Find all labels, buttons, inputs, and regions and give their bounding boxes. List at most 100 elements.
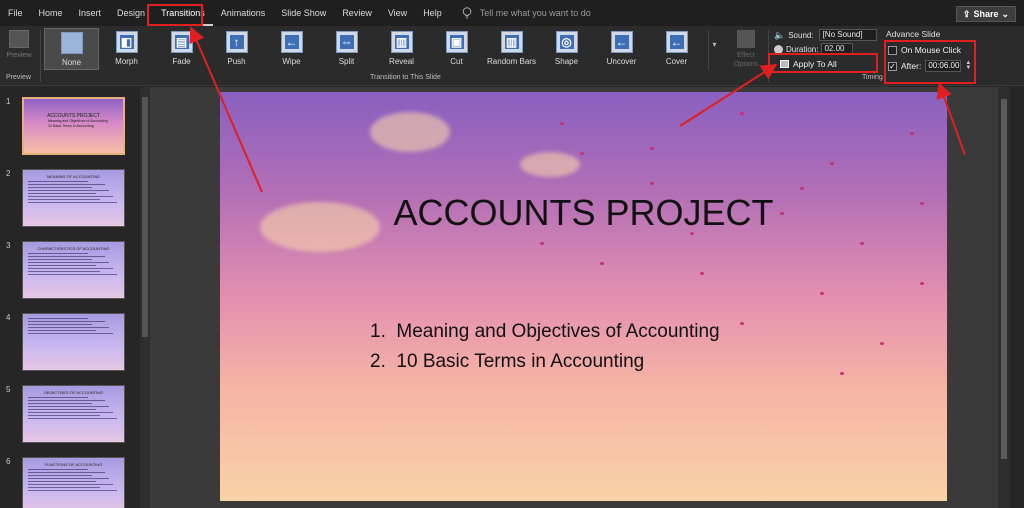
scrollbar-thumb[interactable] (1001, 99, 1007, 459)
thumbnail-text-line (28, 184, 105, 185)
transition-morph-icon: ◧ (115, 31, 138, 53)
effect-options-label: Effect Options (733, 52, 759, 68)
menu-review[interactable]: Review (334, 0, 380, 26)
slide-thumbnail-6[interactable]: 6 FUNCTIONS OF ACCOUNTING (0, 455, 140, 508)
slide-editor-canvas: ACCOUNTS PROJECT 1. Meaning and Objectiv… (150, 87, 1010, 508)
current-slide[interactable]: ACCOUNTS PROJECT 1. Meaning and Objectiv… (220, 92, 947, 501)
preview-icon (9, 30, 29, 48)
transition-random-bars-button[interactable]: ▥ Random Bars (484, 28, 539, 70)
share-button[interactable]: ⇪ Share ⌄ (955, 6, 1016, 22)
transition-random-bars-icon: ▥ (500, 31, 523, 53)
petal-decoration (820, 292, 824, 295)
group-label-preview: Preview (6, 74, 31, 81)
transition-split-button[interactable]: ⇔ Split (319, 28, 374, 70)
thumbnail-text-line (28, 193, 96, 194)
share-icon: ⇪ (962, 8, 971, 19)
thumbnail-text-line (28, 187, 92, 188)
transition-wipe-button[interactable]: ← Wipe (264, 28, 319, 70)
transition-cover-icon: ← (665, 31, 688, 53)
sound-value: [No Sound] (822, 30, 863, 39)
transition-morph-button[interactable]: ◧ Morph (99, 28, 154, 70)
menu-animations[interactable]: Animations (213, 0, 274, 26)
slide-thumbnail-5[interactable]: 5 OBJECTIVES OF ACCOUNTING (0, 383, 140, 453)
on-mouse-click-label: On Mouse Click (901, 45, 961, 55)
menu-transitions[interactable]: Transitions (153, 0, 213, 26)
preview-button-label: Preview (6, 52, 32, 59)
petal-decoration (540, 242, 544, 245)
after-time-input[interactable]: 00:06.00 (925, 60, 962, 72)
editor-scrollbar[interactable] (998, 87, 1010, 508)
thumbnail-text-line (28, 256, 105, 257)
transition-label: Fade (172, 57, 191, 66)
duration-input[interactable]: 02.00 (821, 43, 854, 55)
thumbnail-preview: FUNCTIONS OF ACCOUNTING (22, 457, 125, 508)
transition-none-button[interactable]: None (44, 28, 99, 70)
thumbnail-text-line (28, 481, 96, 482)
thumbnail-text-line (28, 418, 117, 419)
thumbnails-scrollbar[interactable] (140, 87, 150, 508)
divider (40, 30, 41, 82)
transition-label: Reveal (389, 57, 414, 66)
duration-value: 02.00 (824, 44, 845, 53)
petal-decoration (580, 152, 584, 155)
petal-decoration (880, 342, 884, 345)
slide-title[interactable]: ACCOUNTS PROJECT (220, 192, 947, 234)
effect-options-icon (737, 30, 755, 48)
scrollbar-thumb[interactable] (142, 97, 148, 337)
menu-insert[interactable]: Insert (71, 0, 110, 26)
tell-me-search[interactable]: Tell me what you want to do (460, 6, 591, 20)
after-checkbox[interactable]: ✓ (888, 61, 897, 71)
transition-cover-button[interactable]: ← Cover (649, 28, 704, 70)
petal-decoration (740, 112, 744, 115)
divider (768, 30, 769, 82)
menu-view[interactable]: View (380, 0, 415, 26)
effect-options-button[interactable]: Effect Options (728, 28, 764, 72)
thumbnail-text-line (28, 262, 109, 263)
menu-home[interactable]: Home (31, 0, 71, 26)
thumbnail-text-line (28, 190, 109, 191)
thumbnail-bullet: 10 Basic Terms in Accounting (48, 124, 94, 128)
slide-bullets[interactable]: 1. Meaning and Objectives of Accounting … (370, 317, 720, 377)
transition-label: None (61, 58, 82, 67)
preview-button[interactable]: Preview (4, 28, 34, 70)
transition-uncover-button[interactable]: ← Uncover (594, 28, 649, 70)
slide-thumbnail-3[interactable]: 3 CHARACTERISTICS OF ACCOUNTING (0, 239, 140, 309)
transition-fade-button[interactable]: ▤ Fade (154, 28, 209, 70)
petal-decoration (780, 212, 784, 215)
gallery-more-button[interactable]: ▾ (708, 30, 720, 70)
duration-label: Duration: (786, 44, 819, 54)
thumbnail-text-line (28, 199, 100, 200)
slide-number: 2 (6, 169, 11, 178)
bullet-text: Meaning and Objectives of Accounting (396, 321, 720, 342)
transition-label: Cover (665, 57, 688, 66)
share-label: Share (973, 9, 999, 19)
cloud-decoration (370, 112, 450, 152)
menu-design[interactable]: Design (109, 0, 153, 26)
petal-decoration (800, 187, 804, 190)
transition-push-button[interactable]: ↑ Push (209, 28, 264, 70)
thumbnail-text-line (28, 490, 117, 491)
slide-thumbnail-1[interactable]: 1 ACCOUNTS PROJECT Meaning and Objectives … (0, 95, 140, 165)
slide-thumbnail-4[interactable]: 4 (0, 311, 140, 381)
transition-cut-button[interactable]: ▣ Cut (429, 28, 484, 70)
sound-select[interactable]: [No Sound] (818, 29, 877, 41)
transition-split-icon: ⇔ (335, 31, 358, 53)
menu-help[interactable]: Help (415, 0, 450, 26)
bullet-text: 10 Basic Terms in Accounting (396, 351, 645, 372)
transition-wipe-icon: ← (280, 31, 303, 53)
slide-thumbnail-2[interactable]: 2 MEANING OF ACCOUNTING (0, 167, 140, 237)
advance-slide-group: Advance Slide On Mouse Click ✓ After: 00… (884, 28, 974, 74)
transition-shape-button[interactable]: ◎ Shape (539, 28, 594, 70)
on-mouse-click-checkbox[interactable] (888, 45, 897, 55)
petal-decoration (650, 182, 654, 185)
menu-file[interactable]: File (0, 0, 31, 26)
transition-none-icon (60, 32, 83, 54)
thumbnail-text-line (28, 472, 105, 473)
thumbnail-text-line (28, 327, 109, 328)
transition-uncover-icon: ← (610, 31, 633, 53)
apply-to-all-button[interactable]: Apply To All (776, 56, 872, 71)
menu-slide-show[interactable]: Slide Show (273, 0, 334, 26)
thumbnail-text-line (28, 259, 92, 260)
after-time-spinner[interactable]: ▲ ▼ (965, 60, 971, 71)
transition-reveal-button[interactable]: ▥ Reveal (374, 28, 429, 70)
